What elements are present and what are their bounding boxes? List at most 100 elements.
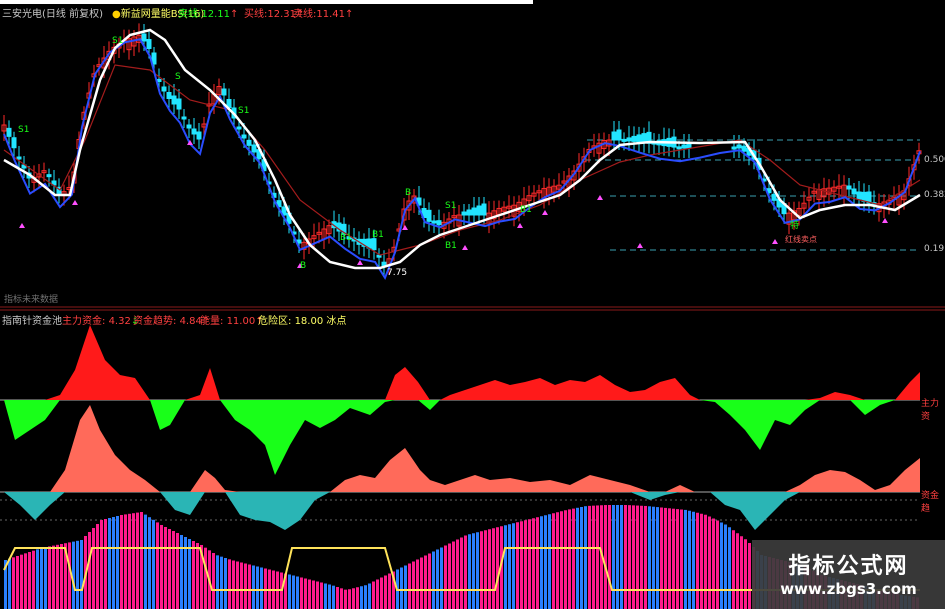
- energy-bar: [412, 561, 415, 609]
- energy-bar: [204, 547, 207, 609]
- energy-bar: [608, 505, 611, 609]
- candle-body: [46, 174, 52, 178]
- candle-body: [856, 191, 862, 200]
- energy-bar: [452, 541, 455, 609]
- energy-bar: [732, 530, 735, 609]
- energy-bar: [576, 507, 579, 609]
- candle-body: [176, 98, 182, 110]
- candle-body: [436, 220, 442, 226]
- energy-bar: [680, 509, 683, 609]
- candle-body: [741, 145, 747, 152]
- energy-bar: [652, 506, 655, 609]
- candle-body: [171, 95, 177, 105]
- energy-bar: [240, 562, 243, 609]
- energy-bar: [472, 533, 475, 609]
- energy-bar: [128, 513, 131, 609]
- sub-item-3: 能量: 11.00↑: [200, 316, 264, 327]
- energy-bar: [684, 509, 687, 609]
- sub-item-1-label: 主力资金: [62, 316, 102, 327]
- energy-bar: [136, 512, 139, 609]
- energy-bar: [360, 586, 363, 609]
- energy-bar: [584, 506, 587, 609]
- energy-bar: [56, 544, 59, 609]
- signal-label: B: [405, 188, 411, 198]
- low-price-label: 7.75: [387, 268, 407, 278]
- energy-bar: [236, 561, 239, 609]
- sub-axis-fund: 主力资: [921, 399, 940, 422]
- candle-body: [611, 131, 617, 141]
- candle-body: [626, 137, 632, 142]
- energy-bar: [140, 512, 143, 609]
- energy-bar: [224, 558, 227, 609]
- watermark-url: www.zbgs3.com: [780, 580, 917, 598]
- energy-bar: [476, 532, 479, 609]
- buy-marker-icon: [637, 243, 643, 248]
- energy-bar: [36, 549, 39, 609]
- energy-bar: [724, 524, 727, 609]
- red-line-sell-label: 红线卖点: [785, 234, 817, 244]
- energy-bar: [464, 535, 467, 609]
- watermark: 指标公式网 www.zbgs3.com: [752, 540, 945, 609]
- buy-marker-icon: [462, 245, 468, 250]
- energy-bar: [332, 585, 335, 609]
- signal-label: S1: [18, 125, 29, 135]
- energy-bar: [712, 518, 715, 609]
- energy-bar: [312, 580, 315, 609]
- energy-bar: [340, 588, 343, 609]
- stock-chart-canvas[interactable]: S1 S1 S1 S1 B1 B1 B1 B1 S B B 特 7.75 红线卖点: [0, 0, 945, 609]
- ma-line-white: [3, 28, 921, 270]
- energy-bar: [448, 543, 451, 609]
- energy-bar: [744, 539, 747, 609]
- energy-bar: [432, 551, 435, 609]
- energy-bar: [8, 558, 11, 609]
- energy-bar: [704, 514, 707, 609]
- energy-bar: [172, 531, 175, 609]
- candle-body: [181, 116, 187, 120]
- energy-bar: [628, 505, 631, 609]
- candle-body: [631, 135, 637, 142]
- energy-bar: [40, 548, 43, 609]
- energy-bar: [560, 511, 563, 609]
- energy-bar: [612, 505, 615, 609]
- fund-area-negative: [4, 400, 920, 475]
- energy-bar: [24, 553, 27, 609]
- axis-level-382: 0.382: [924, 190, 945, 200]
- header-item-1: 卖线:12.11↑: [178, 9, 239, 20]
- energy-bar: [336, 587, 339, 609]
- sub-item-3-value: 11.00: [226, 316, 256, 327]
- energy-bar: [632, 505, 635, 609]
- energy-bar: [512, 523, 515, 609]
- sub-item-4-extra: 冰点: [326, 316, 347, 327]
- candle-body: [191, 128, 197, 135]
- energy-bar: [48, 546, 51, 609]
- buy-marker-icon: [19, 223, 25, 228]
- energy-bar: [420, 557, 423, 609]
- energy-bar: [232, 560, 235, 609]
- energy-bar: [356, 587, 359, 609]
- energy-bar: [256, 566, 259, 609]
- candle-body: [426, 209, 432, 222]
- buy-marker-icon: [72, 200, 78, 205]
- candle-body: [771, 193, 777, 201]
- energy-bar: [148, 517, 151, 609]
- energy-bar: [124, 514, 127, 609]
- energy-bar: [516, 522, 519, 609]
- energy-bar: [308, 579, 311, 609]
- energy-bar: [304, 578, 307, 609]
- watermark-title: 指标公式网: [788, 554, 909, 579]
- energy-bar: [320, 582, 323, 609]
- candle-body: [731, 146, 737, 150]
- signal-label: S1: [238, 106, 249, 116]
- energy-bar: [488, 529, 491, 609]
- energy-bar: [152, 519, 155, 609]
- energy-bar: [616, 505, 619, 609]
- sub-item-4: 危险区: 18.00 冰点: [258, 316, 347, 327]
- candle-body: [246, 139, 252, 146]
- candle-body: [636, 134, 642, 143]
- sub-item-4-label: 危险区: [258, 316, 288, 327]
- signal-label: B1: [372, 230, 384, 240]
- energy-bar: [376, 579, 379, 609]
- energy-bar: [484, 530, 487, 609]
- energy-bar: [328, 584, 331, 609]
- energy-bar: [248, 564, 251, 609]
